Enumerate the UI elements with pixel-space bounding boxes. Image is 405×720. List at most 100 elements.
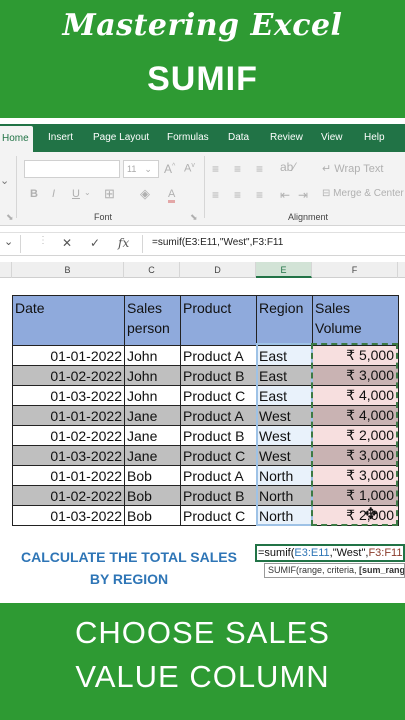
increase-indent-icon[interactable]: ⇥ [298, 188, 308, 202]
cell-product[interactable]: Product B [180, 425, 257, 446]
cell-volume[interactable]: ₹ 4,000 [312, 385, 399, 406]
wrap-text-button[interactable]: ↵ Wrap Text [322, 162, 383, 175]
font-grow-icon[interactable]: A^ [164, 162, 175, 176]
align-left-icon[interactable]: ≡ [212, 188, 219, 202]
tab-insert[interactable]: Insert [48, 124, 73, 152]
cell-product[interactable]: Product B [180, 365, 257, 386]
tab-help[interactable]: Help [364, 124, 385, 152]
column-header-b[interactable]: B [12, 262, 124, 278]
cell-region[interactable]: East [256, 385, 313, 406]
tab-home[interactable]: Home [0, 126, 33, 152]
cell-date[interactable]: 01-01-2022 [12, 465, 125, 486]
orientation-icon[interactable]: ab⁄ [280, 160, 295, 174]
cell-date[interactable]: 01-02-2022 [12, 425, 125, 446]
decrease-indent-icon[interactable]: ⇤ [280, 188, 290, 202]
enter-check-icon[interactable]: ✓ [90, 236, 100, 250]
cell-date[interactable]: 01-02-2022 [12, 365, 125, 386]
cell-volume[interactable]: ₹ 1,000 [312, 485, 399, 506]
cell-region[interactable]: North [256, 485, 313, 506]
cell-person[interactable]: John [124, 365, 181, 386]
column-header-d[interactable]: D [180, 262, 256, 278]
cell-product[interactable]: Product A [180, 345, 257, 366]
cell-person[interactable]: Bob [124, 465, 181, 486]
cell-region[interactable]: East [256, 345, 313, 366]
dialog-launcher-icon[interactable]: ⬊ [6, 212, 14, 223]
merge-center-button[interactable]: ⊟ Merge & Center [322, 188, 404, 199]
cell-product[interactable]: Product C [180, 385, 257, 406]
font-name-dropdown[interactable] [24, 160, 120, 178]
cell-product[interactable]: Product C [180, 505, 257, 526]
table-header-row: Date Sales person Product Region Sales Vol… [12, 295, 399, 346]
cell-person[interactable]: Bob [124, 485, 181, 506]
cell-date[interactable]: 01-03-2022 [12, 445, 125, 466]
header-region[interactable]: Region [256, 295, 313, 346]
align-bottom-icon[interactable]: ≡ [256, 162, 263, 176]
column-header-c[interactable]: C [124, 262, 180, 278]
cell-region[interactable]: West [256, 425, 313, 446]
cell-date[interactable]: 01-02-2022 [12, 485, 125, 506]
cell-region[interactable]: West [256, 405, 313, 426]
cell-volume[interactable]: ₹ 4,000 [312, 405, 399, 426]
cell-person[interactable]: Jane [124, 405, 181, 426]
cell-product[interactable]: Product B [180, 485, 257, 506]
cell-volume[interactable]: ₹ 5,000 [312, 345, 399, 366]
cell-person[interactable]: John [124, 385, 181, 406]
cell-product[interactable]: Product A [180, 405, 257, 426]
formula-edit-cell[interactable]: =sumif(E3:E11,"West",F3:F11 [255, 544, 405, 562]
tab-formulas[interactable]: Formulas [167, 124, 209, 152]
align-middle-icon[interactable]: ≡ [234, 162, 241, 176]
name-box-dropdown-icon[interactable]: ⌄ [4, 235, 13, 248]
header-date[interactable]: Date [12, 295, 125, 346]
font-color-icon[interactable]: A [168, 188, 176, 203]
underline-icon[interactable]: U [72, 188, 80, 200]
cell-product[interactable]: Product A [180, 465, 257, 486]
cell-volume[interactable]: ₹ 2,000 [312, 425, 399, 446]
cell-volume[interactable]: ₹ 2,000 [312, 505, 399, 526]
cell-volume[interactable]: ₹ 3,000 [312, 445, 399, 466]
cell-region[interactable]: West [256, 445, 313, 466]
table-row: 01-02-2022 John Product B East ₹ 3,000 [12, 365, 399, 386]
bottom-caption-line2: VALUE COLUMN [75, 659, 330, 694]
row-header-corner[interactable] [0, 262, 12, 278]
chevron-down-icon[interactable]: ⌄ [84, 188, 91, 197]
italic-icon[interactable]: I [52, 188, 55, 200]
cell-date[interactable]: 01-01-2022 [12, 345, 125, 366]
cell-date[interactable]: 01-03-2022 [12, 505, 125, 526]
insert-function-icon[interactable]: fx [118, 236, 129, 250]
column-header-f[interactable]: F [312, 262, 398, 278]
cell-person[interactable]: John [124, 345, 181, 366]
align-top-icon[interactable]: ≡ [212, 162, 219, 176]
font-shrink-icon[interactable]: Av [184, 162, 195, 175]
column-header-e[interactable]: E [256, 262, 312, 278]
header-sales-person-line2: person [127, 320, 170, 336]
chevron-down-icon[interactable]: ⌄ [0, 174, 9, 187]
formula-input[interactable]: =sumif(E3:E11,"West",F3:F11 [152, 237, 283, 248]
borders-icon[interactable]: ⊞ [104, 186, 115, 202]
cell-date[interactable]: 01-01-2022 [12, 405, 125, 426]
cell-region[interactable]: North [256, 505, 313, 526]
cell-volume[interactable]: ₹ 3,000 [312, 465, 399, 486]
bold-icon[interactable]: B [30, 188, 38, 200]
cancel-icon[interactable]: ✕ [62, 236, 72, 250]
cell-volume[interactable]: ₹ 3,000 [312, 365, 399, 386]
cell-person[interactable]: Jane [124, 445, 181, 466]
header-sales-person[interactable]: Sales person [124, 295, 181, 346]
tab-page-layout[interactable]: Page Layout [93, 124, 149, 152]
align-right-icon[interactable]: ≡ [256, 188, 263, 202]
cell-date[interactable]: 01-03-2022 [12, 385, 125, 406]
font-size-dropdown[interactable]: 11 ⌄ [123, 160, 159, 178]
cell-person[interactable]: Jane [124, 425, 181, 446]
fill-color-icon[interactable]: ◈ [140, 186, 150, 202]
cell-region[interactable]: North [256, 465, 313, 486]
tab-view[interactable]: View [321, 124, 343, 152]
table-row: 01-01-2022 John Product A East ₹ 5,000 [12, 345, 399, 366]
cell-region[interactable]: East [256, 365, 313, 386]
cell-person[interactable]: Bob [124, 505, 181, 526]
header-sales-volume[interactable]: Sales Volume [312, 295, 399, 346]
cell-product[interactable]: Product C [180, 445, 257, 466]
align-center-icon[interactable]: ≡ [234, 188, 241, 202]
header-product[interactable]: Product [180, 295, 257, 346]
tab-review[interactable]: Review [270, 124, 303, 152]
tab-data[interactable]: Data [228, 124, 249, 152]
dialog-launcher-icon[interactable]: ⬊ [190, 212, 198, 223]
